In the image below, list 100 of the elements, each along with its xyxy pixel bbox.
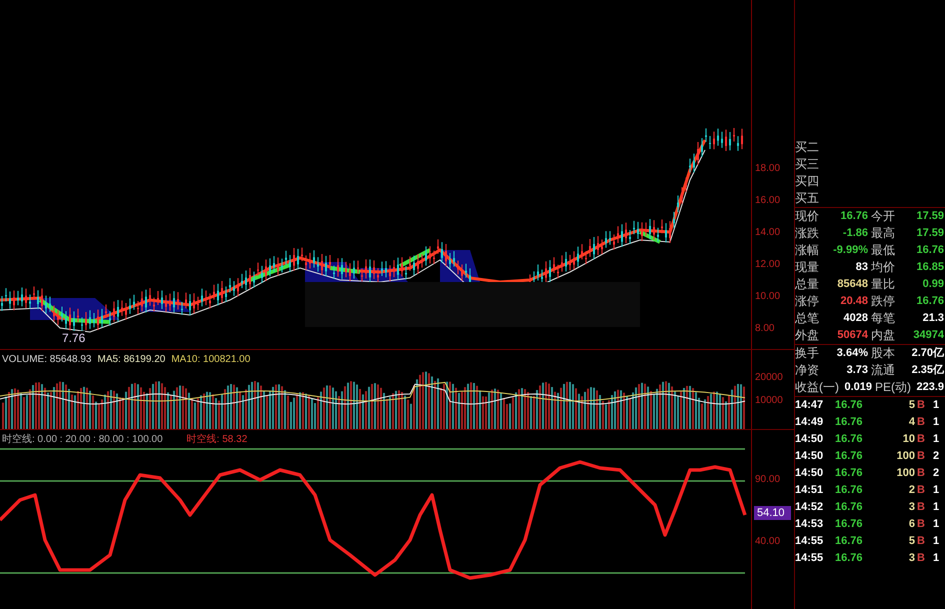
trade-time: 14:55	[795, 551, 824, 566]
quote-value: 2.70亿	[910, 346, 944, 361]
order-book-label: 买三	[795, 156, 820, 173]
trade-count: 1	[933, 415, 940, 430]
trade-time: 14:49	[795, 415, 824, 430]
trade-volume: 5	[908, 534, 915, 549]
quote-label: 跌停	[871, 293, 895, 310]
trade-price: 16.76	[835, 415, 864, 430]
trade-time: 14:51	[795, 483, 824, 498]
trade-price: 16.76	[835, 432, 864, 447]
axis-label: 90.00	[755, 474, 780, 485]
quote-value: 20.48	[839, 294, 868, 309]
quote-value: -1.86	[842, 226, 868, 241]
quote-label: 换手	[795, 345, 819, 362]
trade-volume: 3	[908, 551, 915, 566]
quote-label: 外盘	[795, 327, 819, 344]
axis-label: 40.00	[755, 536, 780, 547]
quote-value: 34974	[912, 328, 944, 343]
trade-count: 1	[933, 534, 940, 549]
quote-value: 3.73	[846, 363, 868, 378]
quote-label: 现量	[795, 259, 819, 276]
current-value-badge: 54.10	[754, 506, 791, 520]
trade-price: 16.76	[835, 517, 864, 532]
trade-count: 1	[933, 551, 940, 566]
axis-label: 10.00	[755, 291, 780, 302]
trade-count: 1	[933, 398, 940, 413]
quote-label: 现价	[795, 208, 819, 225]
trade-time: 14:50	[795, 449, 824, 464]
quote-label: 涨幅	[795, 242, 819, 259]
quote-value: 16.76	[839, 209, 868, 224]
trade-side: B	[917, 449, 926, 464]
trade-volume: 10	[902, 432, 915, 447]
trade-price: 16.76	[835, 534, 864, 549]
quote-value: 50674	[836, 328, 868, 343]
quote-label: PE(动)	[875, 379, 911, 396]
quote-value: 17.59	[915, 226, 944, 241]
trade-time: 14:50	[795, 466, 824, 481]
trade-price: 16.76	[835, 551, 864, 566]
trade-volume: 2	[908, 483, 915, 498]
quote-value: 2.35亿	[910, 363, 944, 378]
quote-label: 每笔	[871, 310, 895, 327]
trade-side: B	[917, 432, 926, 447]
quote-label: 收益(一)	[795, 379, 839, 396]
quote-label: 流通	[871, 362, 895, 379]
trade-volume: 100	[896, 466, 915, 481]
trade-count: 1	[933, 432, 940, 447]
trade-side: B	[917, 466, 926, 481]
quote-value: 83	[854, 260, 868, 275]
quote-label: 均价	[871, 259, 895, 276]
quote-value: 16.76	[915, 243, 944, 258]
volume-legend: MA5: 86199.20	[98, 354, 166, 365]
trade-side: B	[917, 551, 926, 566]
trade-count: 2	[933, 466, 940, 481]
trade-volume: 3	[908, 500, 915, 515]
order-book-label: 买二	[795, 139, 820, 156]
trade-side: B	[917, 534, 926, 549]
axis-label: 14.00	[755, 227, 780, 238]
trade-count: 2	[933, 449, 940, 464]
quote-value: 85648	[836, 277, 868, 292]
trade-price: 16.76	[835, 466, 864, 481]
axis-label: 12.00	[755, 259, 780, 270]
trade-time: 14:47	[795, 398, 824, 413]
indicator-legend: 时空线: 0.00 : 20.00 : 80.00 : 100.00	[2, 432, 163, 446]
quote-value: -9.99%	[832, 243, 868, 258]
trade-price: 16.76	[835, 449, 864, 464]
trade-volume: 4	[908, 415, 915, 430]
trade-volume: 6	[908, 517, 915, 532]
trade-price: 16.76	[835, 398, 864, 413]
quote-label: 最低	[871, 242, 895, 259]
volume-legend: VOLUME: 85648.93	[2, 354, 92, 365]
quote-label: 涨停	[795, 293, 819, 310]
low-price-label: 7.76	[62, 331, 86, 345]
quote-label: 净资	[795, 362, 819, 379]
trade-side: B	[917, 398, 926, 413]
axis-label: 8.00	[755, 323, 774, 334]
quote-value: 3.64%	[836, 346, 868, 361]
quote-value: 223.9	[915, 380, 944, 395]
trade-volume: 5	[908, 398, 915, 413]
trade-count: 1	[933, 500, 940, 515]
quote-label: 总笔	[795, 310, 819, 327]
trade-count: 1	[933, 517, 940, 532]
quote-label: 内盘	[871, 327, 895, 344]
quote-label: 量比	[871, 276, 895, 293]
quote-value: 0.99	[922, 277, 944, 292]
volume-legend: MA10: 100821.00	[171, 354, 250, 365]
trade-price: 16.76	[835, 483, 864, 498]
quote-value: 17.59	[915, 209, 944, 224]
quote-label: 总量	[795, 276, 819, 293]
quote-label: 股本	[871, 345, 895, 362]
trade-side: B	[917, 500, 926, 515]
trade-side: B	[917, 483, 926, 498]
quote-value: 16.85	[915, 260, 944, 275]
quote-label: 今开	[871, 208, 895, 225]
axis-label: 16.00	[755, 195, 780, 206]
trade-time: 14:50	[795, 432, 824, 447]
order-book-label: 买五	[795, 190, 820, 207]
quote-label: 涨跌	[795, 225, 819, 242]
order-book-label: 买四	[795, 173, 820, 190]
quote-value: 21.3	[922, 311, 944, 326]
quote-value: 16.76	[915, 294, 944, 309]
